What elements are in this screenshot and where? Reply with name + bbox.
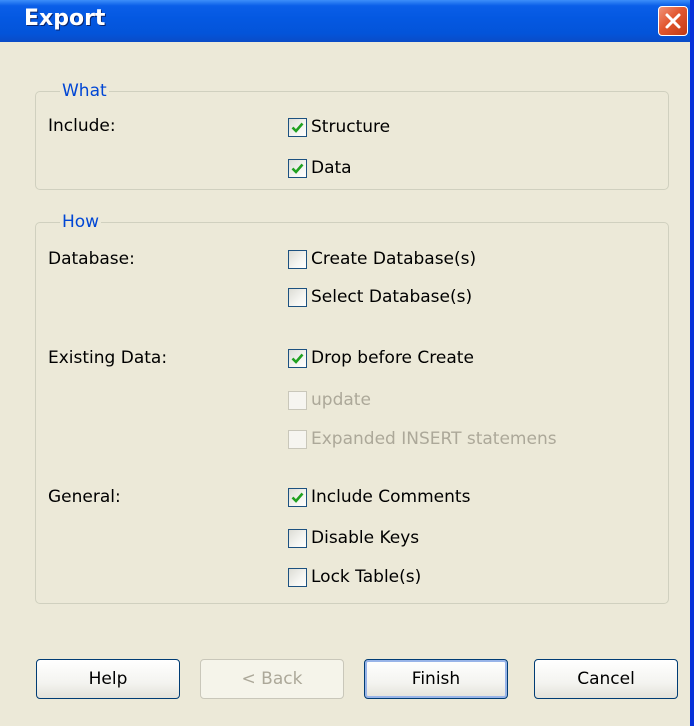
checkmark-icon	[291, 353, 304, 364]
what-group-legend: What	[60, 80, 109, 102]
include-comments-checkbox[interactable]: Include Comments	[288, 486, 470, 508]
checkbox-label: Structure	[311, 117, 391, 137]
lock-tables-checkbox[interactable]: Lock Table(s)	[288, 566, 421, 588]
checkbox-box	[288, 158, 307, 178]
checkbox-label: update	[311, 390, 371, 410]
select-database-checkbox[interactable]: Select Database(s)	[288, 286, 472, 308]
checkbox-box	[288, 487, 307, 507]
title-bar[interactable]: Export	[0, 0, 690, 42]
checkbox-label: Lock Table(s)	[311, 567, 422, 587]
checkbox-box	[288, 390, 307, 410]
expanded-insert-checkbox: Expanded INSERT statemens	[288, 428, 557, 450]
close-icon	[665, 13, 681, 29]
window-title: Export	[24, 6, 106, 31]
existing-data-label: Existing Data:	[48, 348, 168, 368]
checkbox-box	[288, 287, 307, 307]
structure-checkbox[interactable]: Structure	[288, 116, 390, 138]
checkbox-label: Drop before Create	[311, 348, 474, 368]
checkbox-box	[288, 117, 307, 137]
data-checkbox[interactable]: Data	[288, 157, 352, 179]
checkbox-box	[288, 429, 307, 449]
database-label: Database:	[48, 249, 135, 269]
create-database-checkbox[interactable]: Create Database(s)	[288, 248, 476, 270]
cancel-button[interactable]: Cancel	[534, 659, 678, 699]
finish-button[interactable]: Finish	[364, 659, 508, 699]
help-button[interactable]: Help	[36, 659, 180, 699]
checkbox-label: Select Database(s)	[311, 287, 473, 307]
checkbox-box	[288, 528, 307, 548]
back-button: < Back	[200, 659, 344, 699]
checkbox-box	[288, 567, 307, 587]
how-group-legend: How	[60, 211, 102, 233]
checkbox-box	[288, 249, 307, 269]
checkbox-label: Create Database(s)	[311, 249, 477, 269]
checkbox-box	[288, 348, 307, 368]
checkbox-label: Include Comments	[311, 487, 471, 507]
export-dialog: Export What Include: Structure Data How …	[0, 0, 694, 726]
what-group: What	[35, 80, 669, 190]
checkbox-label: Expanded INSERT statemens	[311, 429, 557, 449]
checkbox-label: Data	[311, 158, 352, 178]
checkmark-icon	[291, 122, 304, 133]
checkmark-icon	[291, 163, 304, 174]
drop-before-create-checkbox[interactable]: Drop before Create	[288, 347, 474, 369]
general-label: General:	[48, 487, 121, 507]
update-checkbox: update	[288, 389, 371, 411]
checkbox-label: Disable Keys	[311, 528, 420, 548]
checkmark-icon	[291, 492, 304, 503]
disable-keys-checkbox[interactable]: Disable Keys	[288, 527, 419, 549]
close-button[interactable]	[658, 6, 688, 36]
include-label: Include:	[48, 116, 116, 136]
